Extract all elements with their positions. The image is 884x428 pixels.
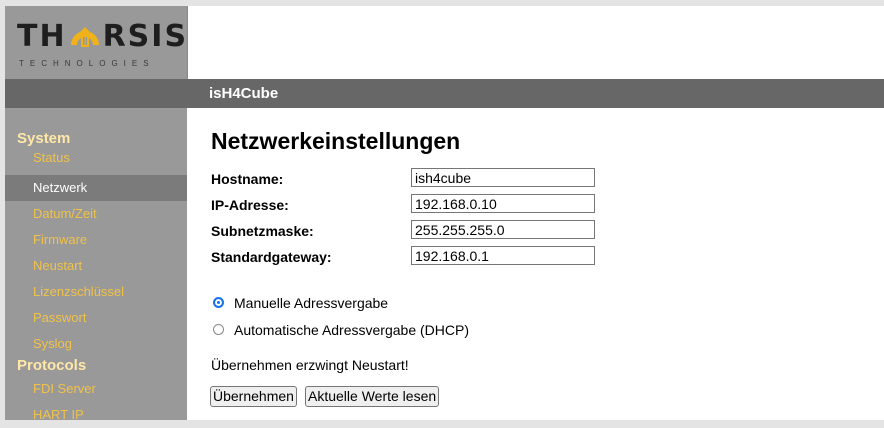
radio-manual-label: Manuelle Adressvergabe bbox=[234, 295, 389, 311]
ip-address-row: IP-Adresse: bbox=[211, 194, 611, 214]
sidebar-section-protocols: Protocols bbox=[17, 357, 87, 374]
hostname-label: Hostname: bbox=[211, 171, 284, 187]
hostname-row: Hostname: bbox=[211, 168, 611, 188]
radio-manual-button[interactable] bbox=[213, 297, 224, 308]
device-name: isH4Cube bbox=[209, 85, 279, 102]
sidebar-item-syslog[interactable]: Syslog bbox=[5, 331, 187, 352]
radio-dhcp-button[interactable] bbox=[213, 324, 224, 335]
sidebar-item-fdi-server[interactable]: FDI Server bbox=[5, 376, 187, 402]
ip-address-input[interactable] bbox=[411, 194, 595, 213]
gateway-label: Standardgateway: bbox=[211, 249, 332, 265]
logo: TH RSIS TECHNOLOGIES bbox=[5, 6, 188, 79]
sidebar-item-netzwerk[interactable]: Netzwerk bbox=[5, 175, 187, 201]
subnet-mask-row: Subnetzmaske: bbox=[211, 220, 611, 240]
subnet-mask-input[interactable] bbox=[411, 220, 595, 239]
sidebar-item-hart-ip[interactable]: HART IP bbox=[5, 402, 187, 428]
apply-button[interactable]: Übernehmen bbox=[210, 386, 297, 407]
brand-lighthouse-icon bbox=[70, 27, 99, 47]
hostname-input[interactable] bbox=[411, 168, 595, 187]
brand-name-part2: RSIS bbox=[102, 19, 189, 54]
restart-note: Übernehmen erzwingt Neustart! bbox=[211, 357, 409, 373]
sidebar-item-lizenzschluessel[interactable]: Lizenzschlüssel bbox=[5, 279, 187, 305]
sidebar-item-firmware[interactable]: Firmware bbox=[5, 227, 187, 253]
sidebar-section-system: System bbox=[17, 130, 71, 147]
gateway-row: Standardgateway: bbox=[211, 246, 611, 266]
radio-dhcp-label: Automatische Adressvergabe (DHCP) bbox=[234, 322, 469, 338]
brand-subtitle: TECHNOLOGIES bbox=[19, 59, 155, 68]
sidebar-item-status[interactable]: Status bbox=[5, 149, 187, 175]
subnet-mask-label: Subnetzmaske: bbox=[211, 223, 314, 239]
sidebar-item-neustart[interactable]: Neustart bbox=[5, 253, 187, 279]
sidebar-item-datum-zeit[interactable]: Datum/Zeit bbox=[5, 201, 187, 227]
ip-address-label: IP-Adresse: bbox=[211, 197, 289, 213]
page-title: Netzwerkeinstellungen bbox=[211, 128, 461, 154]
page: TH RSIS TECHNOLOGIES isH4Cube System Sta… bbox=[5, 6, 884, 422]
brand-name-part1: TH bbox=[17, 19, 67, 54]
sidebar-item-passwort[interactable]: Passwort bbox=[5, 305, 187, 331]
gateway-input[interactable] bbox=[411, 246, 595, 265]
header-bar: isH4Cube bbox=[5, 79, 884, 108]
sidebar: System Status Netzwerk Datum/Zeit Firmwa… bbox=[5, 108, 187, 422]
read-values-button[interactable]: Aktuelle Werte lesen bbox=[305, 386, 440, 407]
brand-wordmark: TH RSIS bbox=[17, 19, 188, 54]
